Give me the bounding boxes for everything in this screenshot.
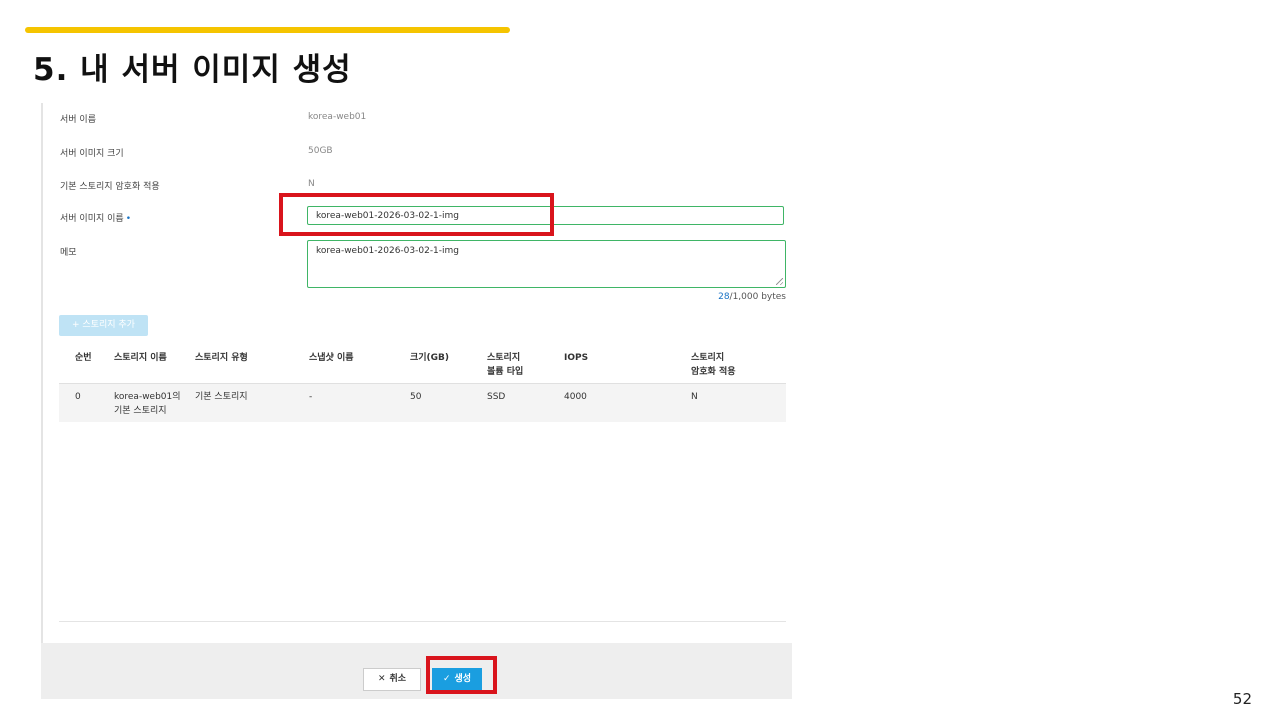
title-accent-bar [25,27,510,33]
cell-snapshot-name: - [309,392,313,402]
table-row: 0 korea-web01의 기본 스토리지 기본 스토리지 - 50 SSD … [59,384,786,422]
close-icon: ✕ [377,674,386,684]
page-number: 52 [1232,690,1252,708]
encryption-value: N [308,179,315,189]
col-header: 스토리지 볼륨 타입 [487,353,524,377]
cancel-button[interactable]: ✕ 취소 [363,668,421,691]
image-size-label: 서버 이미지 크기 [60,149,124,159]
cell-size: 50 [410,392,422,402]
col-header: 스토리지 이름 [114,353,167,363]
encryption-label: 기본 스토리지 암호화 적용 [60,182,160,192]
cell-volume-type: SSD [487,392,506,402]
cell-storage-type: 기본 스토리지 [195,392,248,402]
byte-counter-current: 28 [718,292,730,302]
resize-grip-icon[interactable] [776,278,783,285]
highlight-box-image-name [279,193,554,236]
byte-counter-total: /1,000 bytes [729,292,786,302]
cell-index: 0 [75,392,81,402]
col-header: 스토리지 암호화 적용 [691,353,736,377]
col-header: 스냅샷 이름 [309,353,354,363]
col-header: 스토리지 유형 [195,353,248,363]
bottom-divider [59,621,786,622]
image-name-label-text: 서버 이미지 이름 [60,214,124,224]
memo-text: korea-web01-2026-03-02-1-img [316,246,460,256]
highlight-box-create-button [426,656,497,694]
panel-left-border [41,103,43,643]
cell-storage-name: korea-web01의 기본 스토리지 [114,392,181,416]
memo-label: 메모 [60,248,77,258]
storage-table-header: 순번 스토리지 이름 스토리지 유형 스냅샷 이름 크기(GB) 스토리지 볼륨… [59,346,786,384]
memo-textarea[interactable]: korea-web01-2026-03-02-1-img [307,240,786,288]
col-header: IOPS [564,353,589,363]
required-marker: • [125,214,131,224]
slide-title: 5. 내 서버 이미지 생성 [33,52,352,88]
add-storage-button[interactable]: + 스토리지 추가 [59,315,148,336]
cell-encryption: N [691,392,698,402]
image-size-value: 50GB [308,146,333,156]
server-name-value: korea-web01 [308,112,367,122]
byte-counter: 28/1,000 bytes [718,292,786,302]
col-header: 순번 [75,353,92,363]
server-name-label: 서버 이름 [60,115,96,125]
cell-iops: 4000 [564,392,587,402]
col-header: 크기(GB) [410,353,450,363]
image-name-label: 서버 이미지 이름 • [60,211,131,224]
cancel-label: 취소 [389,674,407,684]
